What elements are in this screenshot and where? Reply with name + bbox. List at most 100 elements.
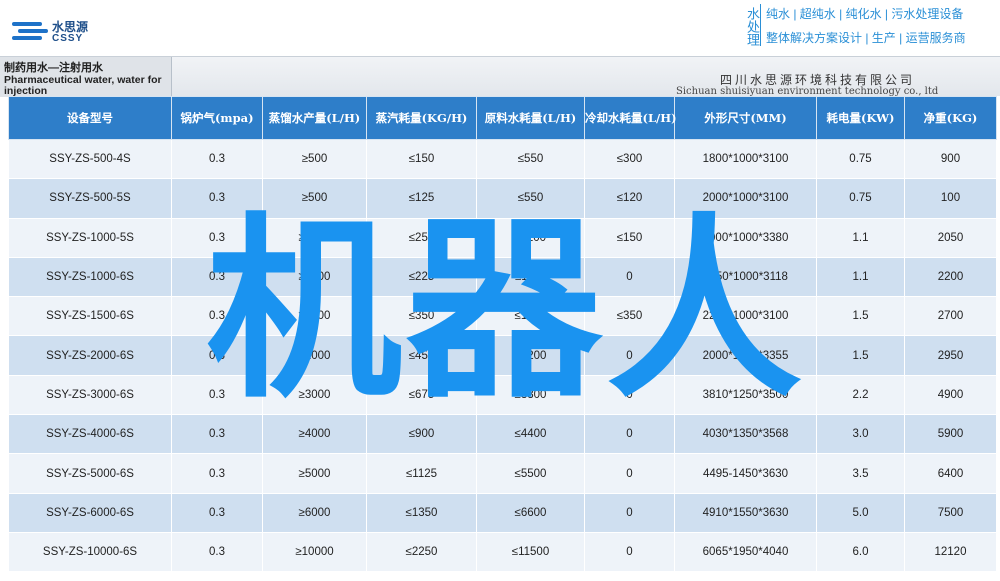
table-cell: 1.5: [816, 335, 905, 376]
table-body: SSY-ZS-500-4S 0.3 ≥500 ≤150 ≤550 ≤300 1800*100…: [8, 138, 997, 573]
table-cell: ≥5000: [262, 453, 367, 494]
page-header: 水思源 CSSY 水处理 纯水 | 超纯水 | 纯化水 | 污水处理设备 整体解…: [0, 0, 1000, 56]
table-cell: 0: [584, 256, 675, 298]
table-cell: ≤225: [366, 256, 477, 298]
table-cell: ≤550: [476, 178, 585, 219]
table-cell: 0.75: [816, 178, 905, 219]
category-title-cn: 制药用水—注射用水: [4, 62, 103, 74]
table-cell: ≤1350: [366, 492, 477, 533]
water-wave-icon: [12, 18, 48, 46]
category-title-en: Pharmaceutical water, water for injectio…: [4, 74, 162, 97]
table-row: SSY-ZS-4000-6S 0.3 ≥4000 ≤900 ≤4400 0 4030*135…: [8, 414, 997, 455]
table-cell: ≥2000: [262, 335, 367, 376]
table-cell: 2950: [904, 335, 997, 376]
table-cell: ≤120: [584, 178, 675, 219]
table-cell: 12120: [904, 531, 997, 573]
table-cell: ≥1000: [262, 217, 367, 258]
table-cell: 2250*1000*3100: [674, 296, 817, 337]
table-cell: 2050*1000*3118: [674, 256, 817, 298]
table-cell: ≤5500: [476, 453, 585, 494]
table-cell: ≤300: [584, 138, 675, 180]
table-cell: 0.3: [171, 453, 263, 494]
table-cell: 6400: [904, 453, 997, 494]
table-cell: SSY-ZS-10000-6S: [8, 531, 172, 573]
table-cell: ≥1000: [262, 256, 367, 298]
brand-divider: [760, 4, 761, 46]
table-cell: ≤900: [366, 414, 477, 455]
table-cell: SSY-ZS-1500-6S: [8, 296, 172, 337]
table-cell: 2.2: [816, 374, 905, 416]
table-cell: 0.3: [171, 531, 263, 573]
column-header: 蒸馏水产量(L/H): [262, 96, 367, 140]
table-cell: ≤675: [366, 374, 477, 416]
table-cell: 0.3: [171, 256, 263, 298]
table-row: SSY-ZS-500-4S 0.3 ≥500 ≤150 ≤550 ≤300 1800*100…: [8, 138, 997, 180]
table-cell: ≤1125: [366, 453, 477, 494]
table-cell: 4495-1450*3630: [674, 453, 817, 494]
table-cell: ≤6600: [476, 492, 585, 533]
table-cell: ≤350: [366, 296, 477, 337]
table-cell: ≤2200: [476, 335, 585, 376]
table-cell: ≤450: [366, 335, 477, 376]
table-cell: ≤550: [476, 138, 585, 180]
column-header: 设备型号: [8, 96, 172, 140]
table-cell: 900: [904, 138, 997, 180]
table-cell: 0: [584, 492, 675, 533]
column-header: 净重(KG): [904, 96, 997, 140]
column-header: 耗电量(KW): [816, 96, 905, 140]
table-cell: 0: [584, 335, 675, 376]
brand-slogan: 水处理 纯水 | 超纯水 | 纯化水 | 污水处理设备 整体解决方案设计 | 生…: [738, 2, 996, 50]
logo-en-text: CSSY: [52, 33, 84, 44]
table-cell: SSY-ZS-6000-6S: [8, 492, 172, 533]
table-cell: SSY-ZS-3000-6S: [8, 374, 172, 416]
table-cell: ≤150: [584, 217, 675, 258]
column-header: 外形尺寸(MM): [674, 96, 817, 140]
table-cell: 3.5: [816, 453, 905, 494]
table-cell: 2700: [904, 296, 997, 337]
table-cell: 0.3: [171, 492, 263, 533]
table-cell: 4030*1350*3568: [674, 414, 817, 455]
product-category: 制药用水—注射用水 Pharmaceutical water, water fo…: [0, 57, 172, 97]
table-cell: SSY-ZS-4000-6S: [8, 414, 172, 455]
spec-table: 设备型号 锅炉气(mpa) 蒸馏水产量(L/H) 蒸汽耗量(KG/H) 原料水耗量(L/…: [8, 96, 997, 573]
table-cell: 0.3: [171, 296, 263, 337]
table-cell: 1800*1000*3100: [674, 138, 817, 180]
brand-vertical-text: 水处理: [744, 6, 759, 46]
table-cell: 0.3: [171, 138, 263, 180]
table-row: SSY-ZS-500-5S 0.3 ≥500 ≤125 ≤550 ≤120 2000*100…: [8, 178, 997, 219]
table-cell: 100: [904, 178, 997, 219]
table-cell: 0.3: [171, 178, 263, 219]
table-cell: 2000*1000*3355: [674, 335, 817, 376]
table-cell: ≤11500: [476, 531, 585, 573]
table-cell: ≤4400: [476, 414, 585, 455]
table-cell: 0.3: [171, 217, 263, 258]
table-cell: ≤1650: [476, 296, 585, 337]
table-cell: ≥500: [262, 138, 367, 180]
table-cell: 0.3: [171, 414, 263, 455]
table-row: SSY-ZS-5000-6S 0.3 ≥5000 ≤1125 ≤5500 0 4495-14…: [8, 453, 997, 494]
table-cell: 3810*1250*3500: [674, 374, 817, 416]
table-cell: 6.0: [816, 531, 905, 573]
table-cell: SSY-ZS-2000-6S: [8, 335, 172, 376]
table-cell: ≤2250: [366, 531, 477, 573]
brand-services: 整体解决方案设计 | 生产 | 运营服务商: [766, 31, 966, 45]
table-cell: 5900: [904, 414, 997, 455]
table-cell: ≤1100: [476, 217, 585, 258]
table-header-row: 设备型号 锅炉气(mpa) 蒸馏水产量(L/H) 蒸汽耗量(KG/H) 原料水耗量(L/…: [8, 96, 997, 140]
table-cell: ≥4000: [262, 414, 367, 455]
table-cell: 7500: [904, 492, 997, 533]
table-cell: ≤3300: [476, 374, 585, 416]
company-logo[interactable]: 水思源 CSSY: [12, 16, 102, 50]
table-cell: 2000*1000*3380: [674, 217, 817, 258]
table-cell: SSY-ZS-5000-6S: [8, 453, 172, 494]
table-cell: SSY-ZS-1000-6S: [8, 256, 172, 298]
table-cell: ≥6000: [262, 492, 367, 533]
table-cell: ≤350: [584, 296, 675, 337]
table-cell: 4900: [904, 374, 997, 416]
table-cell: 1.1: [816, 256, 905, 298]
table-cell: 1.5: [816, 296, 905, 337]
table-cell: 6065*1950*4040: [674, 531, 817, 573]
table-cell: 2050: [904, 217, 997, 258]
table-row: SSY-ZS-1500-6S 0.3 ≥1500 ≤350 ≤1650 ≤350 2250*…: [8, 296, 997, 337]
title-band: 制药用水—注射用水 Pharmaceutical water, water fo…: [0, 56, 1000, 97]
